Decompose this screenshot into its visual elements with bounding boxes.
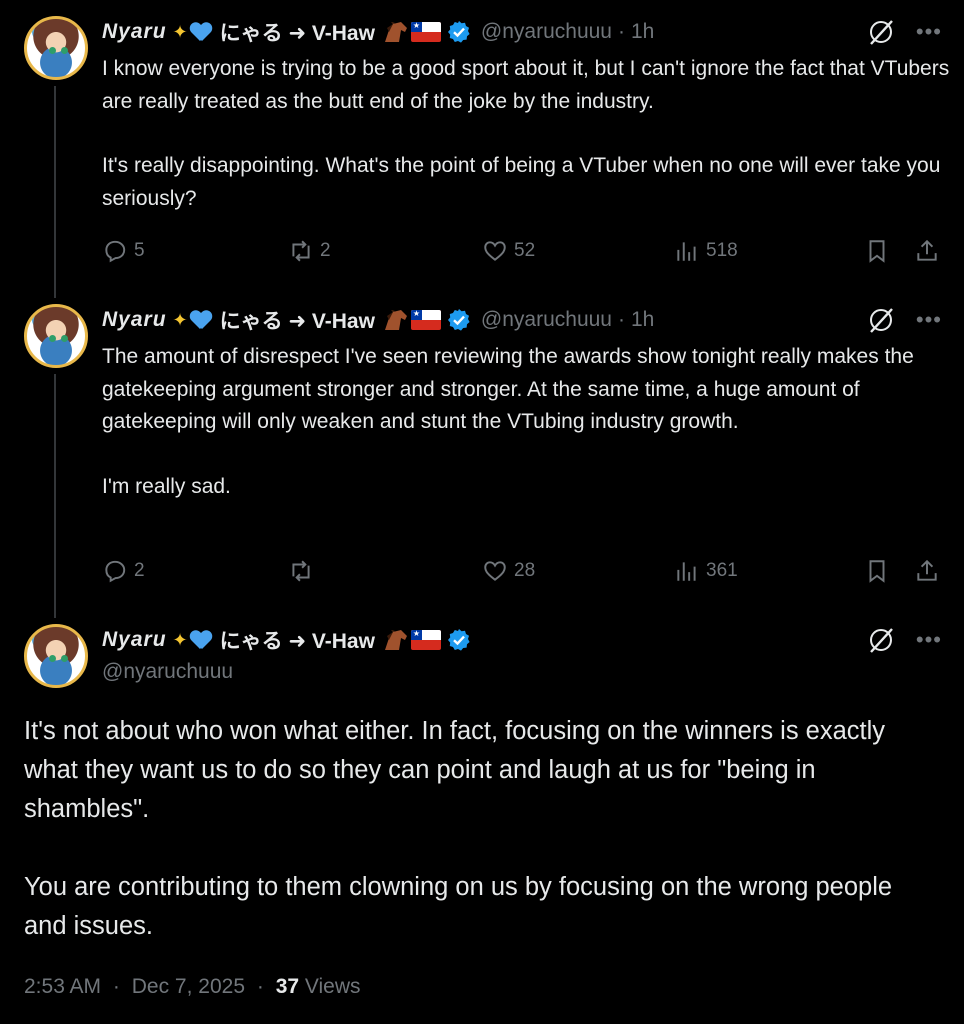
blue-heart-emoji xyxy=(190,309,212,331)
thread-connector xyxy=(54,374,56,618)
like-icon xyxy=(484,561,506,581)
focused-tweet-text: It's not about who won what either. In f… xyxy=(24,717,893,940)
tweet-header: Nyaru ✦ にゃる ➜ V-Haw ★ @nyaruchuuu · 1h xyxy=(102,305,654,335)
tweet-top-icons: ••• xyxy=(866,17,942,47)
blue-heart-emoji xyxy=(190,21,212,43)
tweet-text: I know everyone is trying to be a good s… xyxy=(102,57,950,210)
reply-icon xyxy=(105,560,126,583)
more-icon[interactable]: ••• xyxy=(916,629,942,651)
avatar[interactable] xyxy=(24,304,88,368)
separator-dot: · xyxy=(112,975,120,998)
bookmark-icon xyxy=(869,240,885,263)
thread-view: Nyaru ✦ にゃる ➜ V-Haw ★ @nyaruchuuu · 1h •… xyxy=(0,0,964,1024)
tweet-timestamp[interactable]: 2:53 AM xyxy=(24,975,101,998)
grok-icon[interactable] xyxy=(866,625,896,655)
horse-emoji-icon xyxy=(384,22,407,42)
tweet-meta: 2:53 AM · Dec 7, 2025 · 37 Views xyxy=(24,975,361,999)
tweet-text: The amount of disrespect I've seen revie… xyxy=(102,345,914,498)
bookmark-button[interactable] xyxy=(864,556,896,586)
repost-button[interactable] xyxy=(288,556,320,586)
like-button[interactable]: 52 xyxy=(482,236,535,266)
author-handle[interactable]: @nyaruchuuu xyxy=(481,308,612,332)
more-icon[interactable]: ••• xyxy=(916,21,942,43)
views-button[interactable]: 361 xyxy=(674,556,738,586)
share-icon xyxy=(917,239,937,261)
author-handle[interactable]: @nyaruchuuu xyxy=(102,660,233,684)
tweet-date[interactable]: Dec 7, 2025 xyxy=(132,975,245,998)
views-label: Views xyxy=(304,975,361,998)
like-button[interactable]: 28 xyxy=(482,556,535,586)
repost-icon xyxy=(292,560,310,582)
dizzy-star-emoji: ✦ xyxy=(172,309,188,330)
verified-badge-icon xyxy=(447,629,470,651)
reply-button[interactable]: 5 xyxy=(102,236,145,266)
horse-emoji-icon xyxy=(384,310,407,330)
like-icon xyxy=(484,241,506,261)
views-icon xyxy=(677,242,696,261)
bookmark-button[interactable] xyxy=(864,236,896,266)
author-handle[interactable]: @nyaruchuuu xyxy=(481,20,612,44)
tweet-top-icons: ••• xyxy=(866,305,942,335)
separator-dot: · xyxy=(256,975,264,998)
grok-icon[interactable] xyxy=(866,305,896,335)
display-name-suffix[interactable]: にゃる ➜ V-Haw xyxy=(220,625,375,655)
reply-icon xyxy=(105,240,126,263)
more-icon[interactable]: ••• xyxy=(916,309,942,331)
tweet-time[interactable]: 1h xyxy=(631,308,654,332)
display-name-suffix[interactable]: にゃる ➜ V-Haw xyxy=(220,17,375,47)
dizzy-star-emoji: ✦ xyxy=(172,629,188,650)
tweet-header: Nyaru ✦ にゃる ➜ V-Haw ★ xyxy=(102,625,471,655)
views-button[interactable]: 518 xyxy=(674,236,738,266)
separator-dot: · xyxy=(618,308,625,331)
verified-badge-icon xyxy=(447,309,470,331)
avatar[interactable] xyxy=(24,624,88,688)
bookmark-icon xyxy=(869,560,885,583)
tweet-actions: 5 2 52 518 xyxy=(102,236,942,266)
tweet-time[interactable]: 1h xyxy=(631,20,654,44)
share-button[interactable] xyxy=(914,236,946,266)
chile-flag-icon: ★ xyxy=(410,630,441,650)
display-name[interactable]: Nyaru xyxy=(102,308,167,332)
repost-button[interactable]: 2 xyxy=(288,236,331,266)
display-name-suffix[interactable]: にゃる ➜ V-Haw xyxy=(220,305,375,335)
views-count: 37 xyxy=(275,975,300,998)
blue-heart-emoji xyxy=(190,629,212,651)
chile-flag-icon: ★ xyxy=(410,310,441,330)
tweet-header: Nyaru ✦ にゃる ➜ V-Haw ★ @nyaruchuuu · 1h xyxy=(102,17,654,47)
display-name[interactable]: Nyaru xyxy=(102,20,167,44)
avatar[interactable] xyxy=(24,16,88,80)
repost-icon xyxy=(292,240,310,262)
horse-emoji-icon xyxy=(384,630,407,650)
tweet-top-icons: ••• xyxy=(866,625,942,655)
share-button[interactable] xyxy=(914,556,946,586)
tweet-actions: 2 28 361 xyxy=(102,556,942,586)
chile-flag-icon: ★ xyxy=(410,22,441,42)
grok-icon[interactable] xyxy=(866,17,896,47)
display-name[interactable]: Nyaru xyxy=(102,628,167,652)
thread-connector xyxy=(54,86,56,298)
verified-badge-icon xyxy=(447,21,470,43)
separator-dot: · xyxy=(618,20,625,43)
views-icon xyxy=(677,562,696,581)
reply-button[interactable]: 2 xyxy=(102,556,145,586)
share-icon xyxy=(917,559,937,581)
dizzy-star-emoji: ✦ xyxy=(172,21,188,42)
